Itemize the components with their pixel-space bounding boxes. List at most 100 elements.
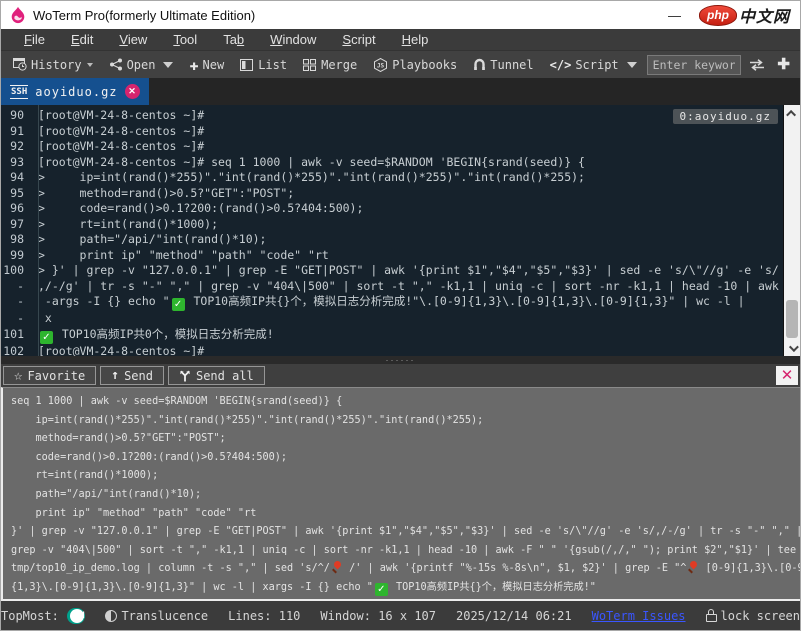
scroll-down-icon[interactable] [784,340,800,356]
topmost-label: TopMost: [1,609,59,623]
menu-help[interactable]: Help [389,30,442,49]
send-all-icon [179,370,191,382]
send-arrow-icon: ↑ [111,370,119,382]
splitter-handle: ······ [386,358,416,362]
new-label: New [203,58,225,72]
search-input[interactable] [648,58,741,72]
menu-edit[interactable]: Edit [58,30,106,49]
lock-screen-label: lock screen [721,609,800,623]
tab-close-icon[interactable]: ✕ [125,84,140,99]
line-number: 92 [1,139,32,155]
ssh-protocol-icon: SSH [10,85,28,99]
list-icon [240,59,254,71]
swap-button[interactable] [745,57,769,73]
menu-window[interactable]: Window [257,30,329,49]
tunnel-label: Tunnel [490,58,533,72]
history-button[interactable]: History [7,56,99,74]
playbooks-button[interactable]: JS Playbooks [367,56,463,74]
translucence-label: Translucence [121,609,208,623]
menu-view[interactable]: View [106,30,160,49]
merge-button[interactable]: Merge [297,56,363,74]
menu-script[interactable]: Script [329,30,388,49]
line-text: [root@VM-24-8-centos ~]# [32,344,204,357]
panel-line: method=rand()>0.5?"GET":"POST"; [11,430,798,449]
code-icon: </> [550,58,572,72]
favorite-label: Favorite [27,369,85,383]
new-button[interactable]: ✚ New [183,56,230,74]
line-text: > ip=int(rand()*255)"."int(rand()*255)".… [32,170,585,186]
star-icon: ☆ [14,370,22,382]
script-caret-icon [627,62,637,68]
line-text: -args -I {} echo "✓ TOP10高频IP共{}个，模拟日志分析… [32,294,745,311]
line-text: ✓ TOP10高频IP共0个，模拟日志分析完成! [32,327,274,344]
merge-label: Merge [321,58,357,72]
terminal-line: - x [1,311,800,327]
panel-close-button[interactable]: ✕ [776,366,798,385]
script-label: Script [575,58,618,72]
line-number: 96 [1,201,32,217]
add-button[interactable]: ✚ [773,58,794,72]
swap-arrows-icon [749,59,765,71]
window-title: WoTerm Pro(formerly Ultimate Edition) [33,8,255,23]
translucence-button[interactable]: Translucence [105,609,208,623]
line-text: [root@VM-24-8-centos ~]# [32,124,204,140]
tab-aoyiduo[interactable]: SSH aoyiduo.gz ✕ [1,78,149,105]
open-caret-icon [163,62,173,68]
send-all-label: Send all [196,369,254,383]
line-number: 91 [1,124,32,140]
send-button[interactable]: ↑ Send [100,366,164,385]
script-button[interactable]: </> Script [544,56,643,74]
list-button[interactable]: List [234,56,293,74]
menu-tool[interactable]: Tool [160,30,210,49]
panel-line: grep -v "404\|500" | sort -t "," -k1,1 |… [11,542,798,561]
scroll-up-icon[interactable] [784,105,800,121]
menu-file[interactable]: File [11,30,58,49]
history-label: History [31,58,82,72]
send-label: Send [124,369,153,383]
brand-text: 中文网 [739,3,790,27]
terminal[interactable]: 90[root@VM-24-8-centos ~]#91[root@VM-24-… [1,105,800,356]
lock-icon [706,614,717,622]
woterm-issues-link[interactable]: WoTerm Issues [592,609,686,623]
pane-splitter[interactable]: ······ [1,356,800,364]
svg-text:JS: JS [377,62,385,69]
app-window: WoTerm Pro(formerly Ultimate Edition) — … [0,0,801,631]
line-text: ,/-/g' | tr -s "-" "," | grep -v "404\|5… [32,279,779,295]
scrollbar-thumb[interactable] [786,300,798,338]
terminal-lines: 90[root@VM-24-8-centos ~]#91[root@VM-24-… [1,105,800,356]
line-text: > method=rand()>0.5?"GET":"POST"; [32,186,294,202]
line-text: > rt=int(rand()*1000); [32,217,218,233]
panel-line: }' | grep -v "127.0.0.1" | grep -E "GET|… [11,523,798,542]
panel-line: rt=int(rand()*1000); [11,467,798,486]
line-text: > path="/api/"int(rand()*10); [32,232,266,248]
history-caret-icon [87,63,93,67]
terminal-line: 95> method=rand()>0.5?"GET":"POST"; [1,186,800,202]
plus-icon: ✚ [189,60,198,70]
terminal-line: 98> path="/api/"int(rand()*10); [1,232,800,248]
terminal-line: 97> rt=int(rand()*1000); [1,217,800,233]
history-icon [13,58,27,71]
command-editor[interactable]: seq 1 1000 | awk -v seed=$RANDOM 'BEGIN{… [1,387,800,601]
vertical-scrollbar[interactable] [783,105,800,356]
line-number: 99 [1,248,32,264]
tunnel-button[interactable]: Tunnel [467,56,539,74]
open-button[interactable]: Open [103,56,180,74]
datetime-indicator: 2025/12/14 06:21 [456,609,572,623]
terminal-line: 99> print ip" "method" "path" "code" "rt [1,248,800,264]
send-all-button[interactable]: Send all [168,366,265,385]
topmost-toggle[interactable]: ON [67,608,86,624]
session-badge: 0:aoyiduo.gz [673,109,778,124]
line-text: [root@VM-24-8-centos ~]# [32,139,204,155]
terminal-line: - -args -I {} echo "✓ TOP10高频IP共{}个，模拟日志… [1,294,800,311]
main-toolbar: History Open ✚ New List [1,51,800,78]
line-number: 102 [1,344,32,357]
title-bar: WoTerm Pro(formerly Ultimate Edition) — … [1,1,800,29]
terminal-line: 93[root@VM-24-8-centos ~]# seq 1 1000 | … [1,155,800,171]
terminal-line: 92[root@VM-24-8-centos ~]# [1,139,800,155]
line-number: 100 [1,263,32,279]
lock-screen-button[interactable]: lock screen [706,609,800,623]
menu-tab[interactable]: Tab [210,30,257,49]
minimize-button[interactable]: — [650,8,699,23]
line-number: - [1,294,32,311]
favorite-button[interactable]: ☆ Favorite [3,366,96,385]
